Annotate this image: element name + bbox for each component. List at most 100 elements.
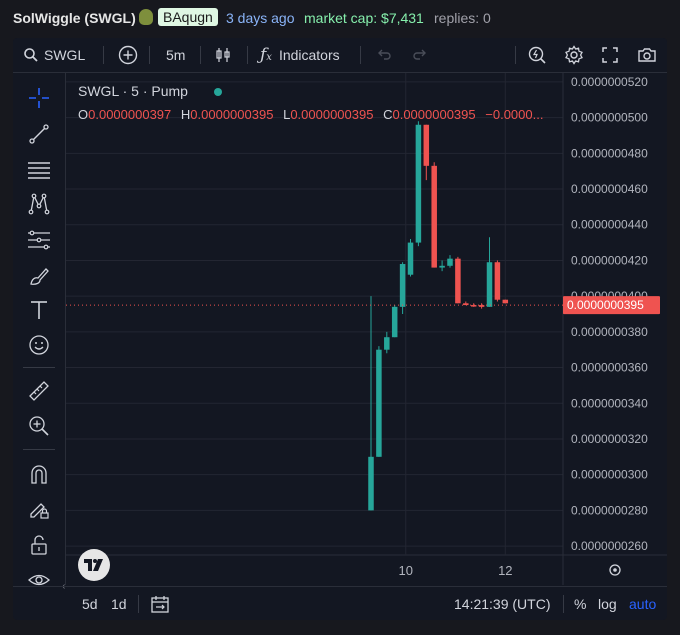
gear-icon xyxy=(565,45,583,65)
indicators-button[interactable]: ƒx Indicators xyxy=(260,38,340,72)
magnet-icon xyxy=(31,465,47,484)
candle-body xyxy=(407,242,414,275)
candle-body xyxy=(391,306,398,338)
candle-body xyxy=(486,262,493,307)
lock-drawings-tool[interactable] xyxy=(26,496,52,522)
tradingview-logo[interactable] xyxy=(78,549,110,581)
go-to-date-button[interactable] xyxy=(150,594,170,617)
chart-pane[interactable]: 0.0000000520 0.0000000500 0.0000000480 0.00… xyxy=(62,73,667,592)
candle-body xyxy=(494,262,501,300)
series-title: SWGL · 5 · Pump xyxy=(78,83,188,99)
candle-body xyxy=(376,349,382,457)
price-tick-label: 0.0000000420 xyxy=(571,253,648,267)
trend-line-icon xyxy=(29,124,49,144)
token-title: SolWiggle (SWGL) xyxy=(13,10,136,26)
ruler-tool[interactable] xyxy=(26,378,52,404)
crosshair-tool[interactable] xyxy=(26,85,52,111)
created-time: 3 days ago xyxy=(226,10,295,26)
zoom-in-icon xyxy=(29,416,49,436)
horizontal-lines-icon xyxy=(28,162,50,179)
price-tick-label: 0.0000000460 xyxy=(571,182,648,196)
candle-body xyxy=(415,124,422,243)
range-1d-button[interactable]: 1d xyxy=(111,596,127,612)
candle-body xyxy=(455,258,461,304)
calendar-icon xyxy=(151,596,169,613)
price-tick-label: 0.0000000360 xyxy=(571,361,648,375)
price-tick-label: 0.0000000520 xyxy=(571,75,648,89)
log-scale-button[interactable]: log xyxy=(598,596,617,612)
fullscreen-icon xyxy=(602,47,618,63)
price-tick-label: 0.0000000260 xyxy=(571,539,648,553)
compare-button[interactable] xyxy=(118,38,138,72)
price-tick-label: 0.0000000340 xyxy=(571,396,648,410)
trend-line-tool[interactable] xyxy=(26,121,52,147)
redo-icon xyxy=(413,49,426,60)
auto-scale-button[interactable]: auto xyxy=(629,596,656,612)
brush-tool[interactable] xyxy=(26,263,52,289)
text-icon xyxy=(31,301,47,319)
redo-button[interactable] xyxy=(412,38,428,72)
price-tick-label: 0.0000000380 xyxy=(571,325,648,339)
creator-badge[interactable]: BAqugn xyxy=(158,8,218,26)
candles-icon xyxy=(216,48,230,62)
replies-count: replies: 0 xyxy=(434,10,491,26)
candle-body xyxy=(399,264,406,307)
timezone-clock[interactable]: 14:21:39 (UTC) xyxy=(454,596,550,612)
price-tick-label: 0.0000000440 xyxy=(571,218,648,232)
open-value: 0.0000000397 xyxy=(88,107,172,122)
token-header: SolWiggle (SWGL) BAqugn 3 days ago marke… xyxy=(0,0,680,38)
undo-button[interactable] xyxy=(376,38,392,72)
unlock-tool[interactable] xyxy=(26,532,52,558)
horizontal-lines-tool[interactable] xyxy=(26,156,52,182)
close-value: 0.0000000395 xyxy=(392,107,476,122)
candle-body xyxy=(439,265,445,268)
time-tick-label: 10 xyxy=(399,563,413,578)
quick-search-button[interactable] xyxy=(527,38,547,72)
candle-body xyxy=(423,124,430,166)
screenshot-button[interactable] xyxy=(637,38,657,72)
ohlc-legend: O0.0000000397 H0.0000000395 L0.000000039… xyxy=(78,107,562,122)
price-tick-label: 0.0000000500 xyxy=(571,111,648,125)
fullscreen-button[interactable] xyxy=(601,38,619,72)
zap-search-icon xyxy=(528,46,546,64)
camera-icon xyxy=(638,48,656,62)
text-tool[interactable] xyxy=(26,297,52,323)
percent-scale-button[interactable]: % xyxy=(574,596,586,612)
price-tick-label: 0.0000000480 xyxy=(571,146,648,160)
price-chart[interactable]: 0.0000000520 0.0000000500 0.0000000480 0.00… xyxy=(66,73,667,585)
market-cap: market cap: $7,431 xyxy=(304,10,424,26)
emoji-tool[interactable] xyxy=(26,332,52,358)
lock-drawing-icon xyxy=(30,503,49,519)
candle-body xyxy=(384,337,390,350)
magnet-tool[interactable] xyxy=(26,461,52,487)
chart-type-button[interactable] xyxy=(214,38,232,72)
pattern-tool[interactable] xyxy=(26,191,52,217)
creator-avatar[interactable] xyxy=(139,9,153,25)
candle-body xyxy=(478,305,485,307)
open-label: O xyxy=(78,107,89,122)
symbol-search-button[interactable]: SWGL xyxy=(23,38,85,72)
settings-button[interactable] xyxy=(564,38,584,72)
candle-body xyxy=(470,305,477,307)
last-price-label: 0.0000000395 xyxy=(567,298,644,312)
high-value: 0.0000000395 xyxy=(190,107,274,122)
zoom-in-tool[interactable] xyxy=(26,413,52,439)
range-5d-button[interactable]: 5d xyxy=(82,596,98,612)
unlock-icon xyxy=(31,535,47,555)
axis-settings-icon-dot xyxy=(613,568,617,572)
low-value: 0.0000000395 xyxy=(290,107,374,122)
time-tick-label: 12 xyxy=(498,563,512,578)
indicators-label: Indicators xyxy=(278,47,340,63)
price-tick-label: 0.0000000300 xyxy=(571,468,648,482)
candle-body xyxy=(431,165,437,268)
fib-tool[interactable] xyxy=(26,227,52,253)
candle-body xyxy=(463,303,469,306)
candle-body xyxy=(368,456,374,511)
interval-button[interactable]: 5m xyxy=(166,38,185,72)
fib-icon xyxy=(28,230,50,250)
function-icon: ƒx xyxy=(260,45,272,65)
undo-icon xyxy=(378,49,391,60)
market-status-dot xyxy=(214,88,222,96)
price-tick-label: 0.0000000280 xyxy=(571,503,648,517)
chart-bottom-bar: 5d 1d 14:21:39 (UTC) % log auto xyxy=(13,586,667,620)
